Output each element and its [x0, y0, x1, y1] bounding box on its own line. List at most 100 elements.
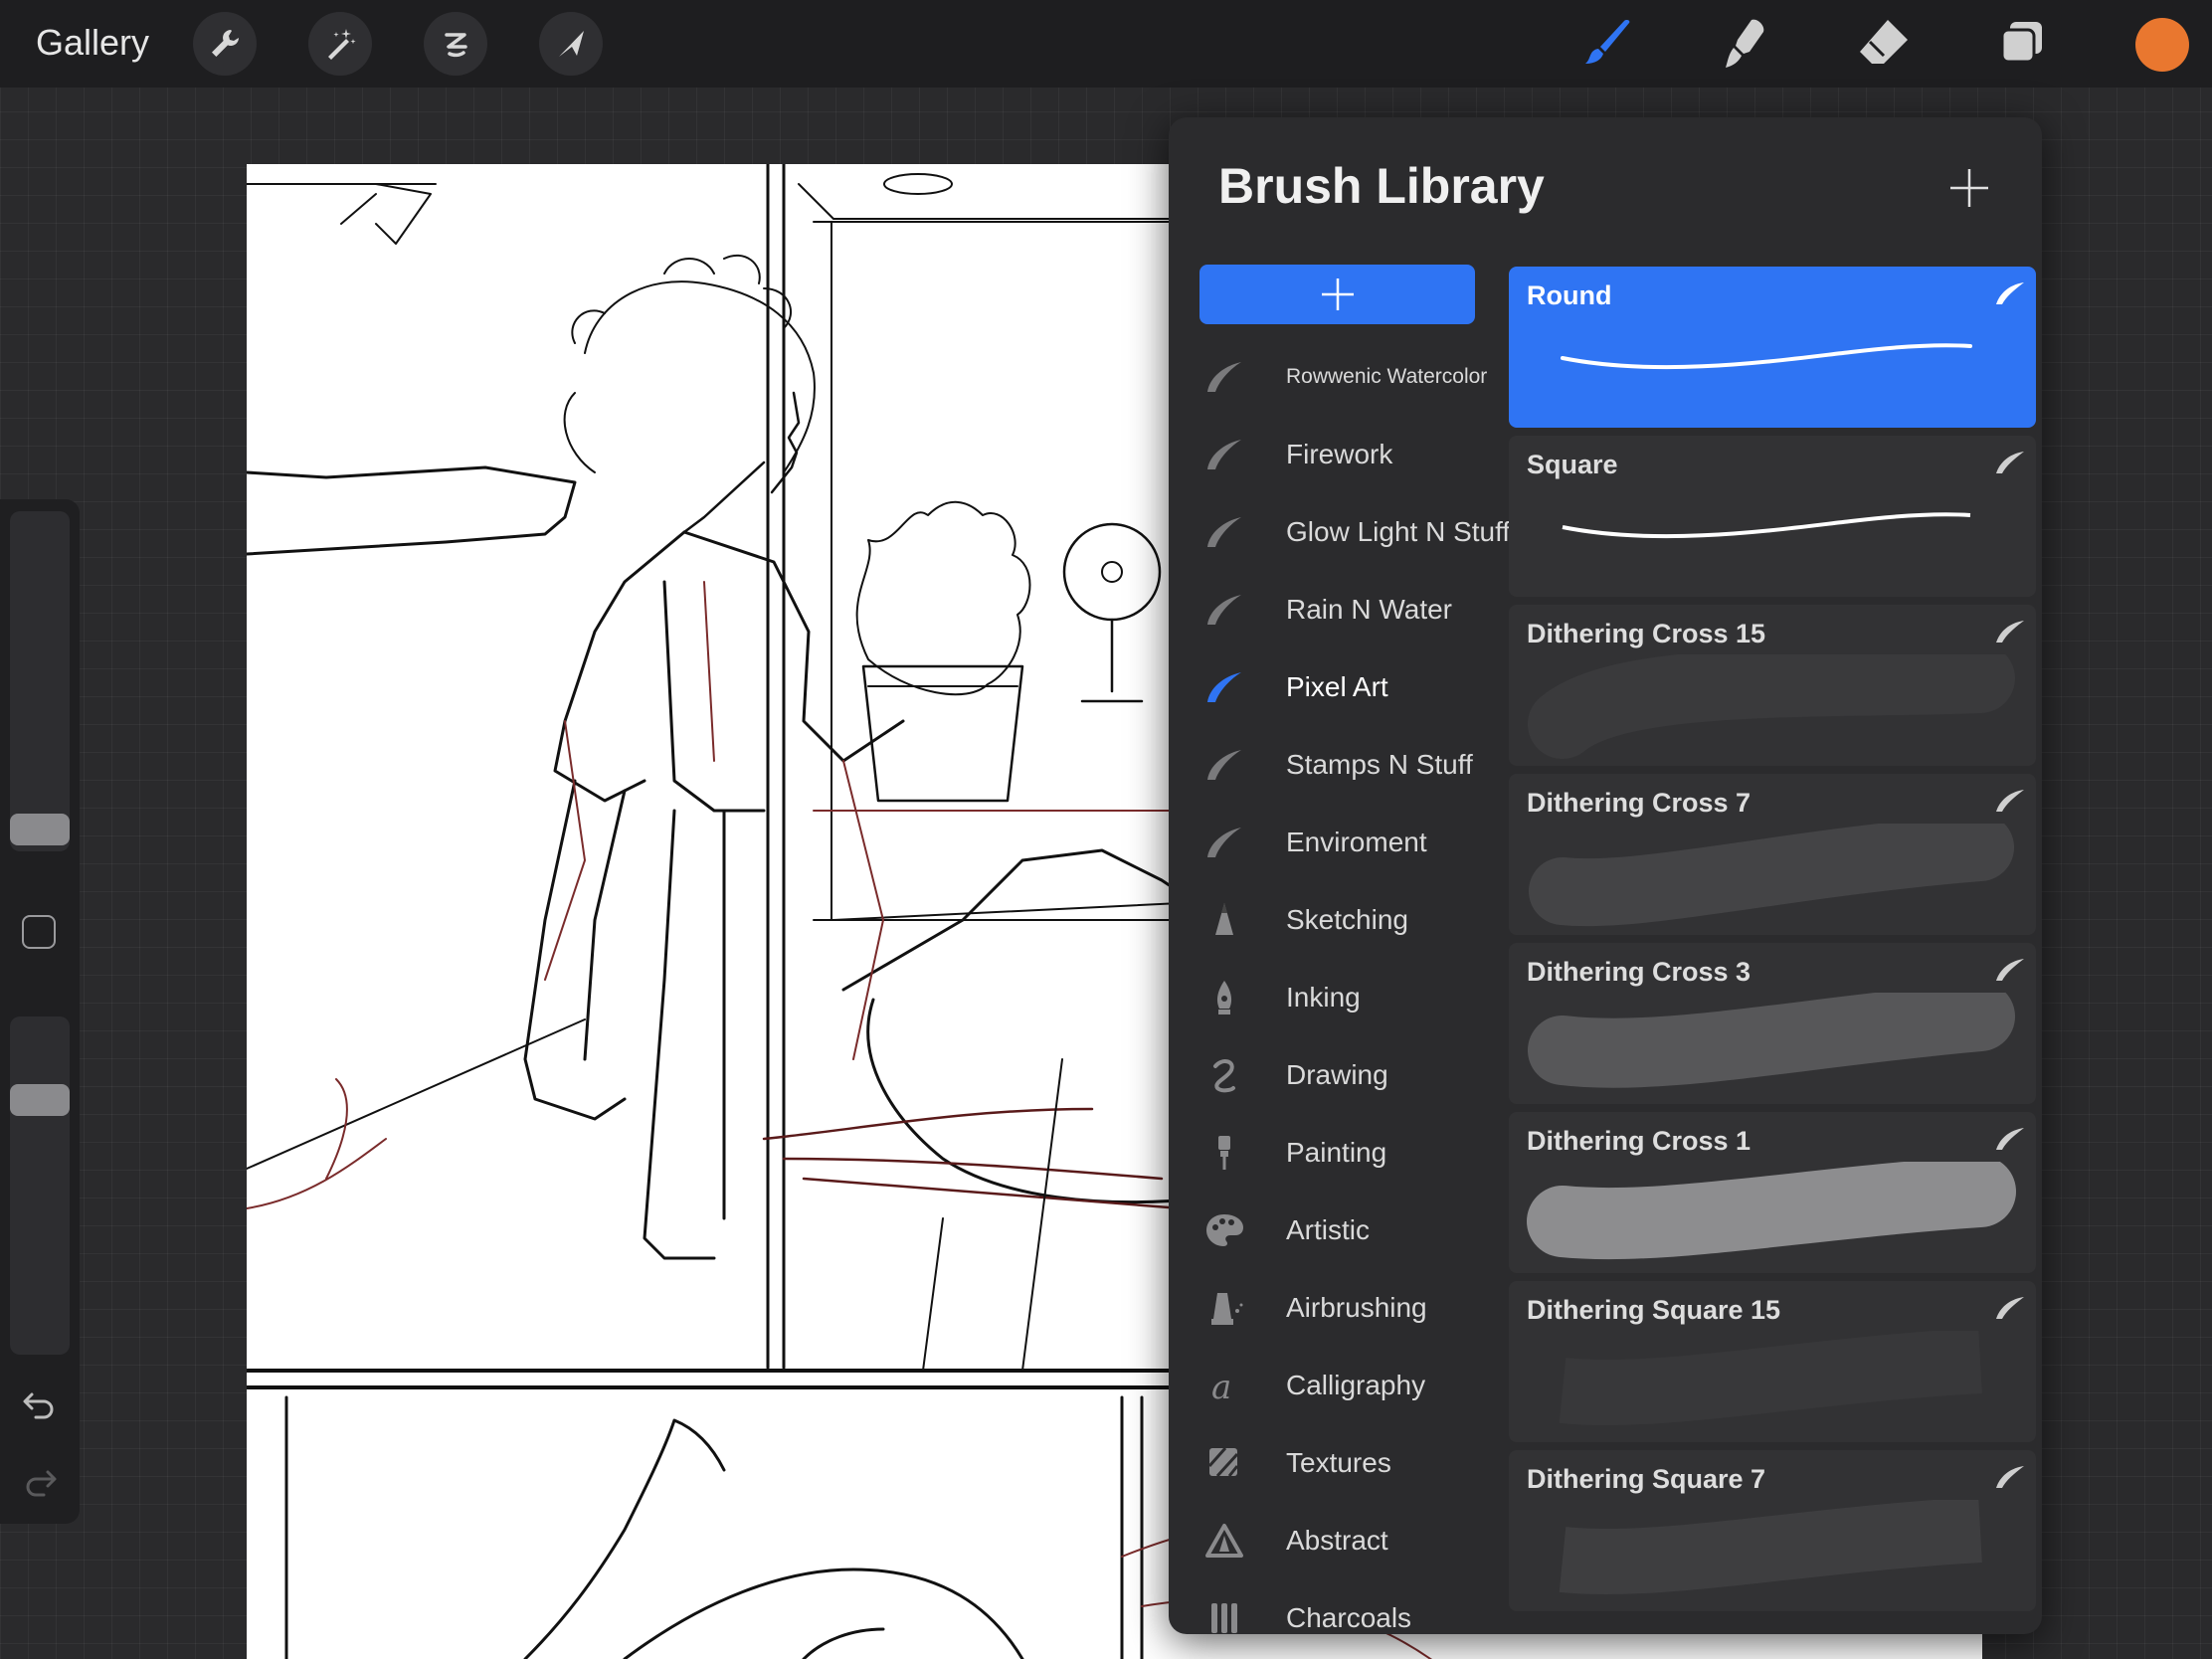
brush-set-item[interactable]: Sketching — [1199, 881, 1498, 959]
brush-size-slider[interactable] — [10, 511, 70, 851]
brush-card-dithering-cross-7[interactable]: Dithering Cross 7 — [1509, 774, 2036, 935]
brush-card-round[interactable]: Round — [1509, 267, 2036, 428]
brush-set-label: Glow Light N Stuff — [1286, 516, 1511, 547]
brush-size-thumb[interactable] — [10, 814, 70, 845]
brush-set-list: Rowwenic Watercolor Firework Glow Light … — [1199, 338, 1510, 1634]
smudge-icon[interactable] — [1716, 14, 1775, 74]
svg-text:a: a — [1211, 1368, 1231, 1404]
brush-set-item[interactable]: Airbrushing — [1199, 1269, 1498, 1347]
brush-source-icon — [1996, 1297, 2024, 1319]
add-brush-set-button[interactable] — [1199, 265, 1475, 324]
brush-name: Round — [1527, 280, 1612, 310]
brush-stroke-icon — [1207, 440, 1241, 469]
brush-set-item[interactable]: Firework — [1199, 416, 1498, 493]
gallery-button[interactable]: Gallery — [36, 22, 149, 64]
brush-set-item[interactable]: Charcoals — [1199, 1579, 1498, 1634]
brush-card-dithering-cross-3[interactable]: Dithering Cross 3 — [1509, 943, 2036, 1104]
airbrush-icon — [1211, 1293, 1243, 1325]
brush-set-label: Stamps N Stuff — [1286, 749, 1473, 780]
layers-icon[interactable] — [1992, 14, 2052, 74]
brush-set-item[interactable]: Stamps N Stuff — [1199, 726, 1498, 804]
new-brush-plus-icon[interactable] — [1944, 163, 1994, 213]
brush-set-label: Calligraphy — [1286, 1370, 1426, 1400]
brush-set-item[interactable]: Glow Light N Stuff — [1199, 493, 1510, 571]
brush-name: Dithering Square 7 — [1527, 1464, 1766, 1494]
brush-list: Round Square Dithering Cross 15 Ditherin… — [1509, 267, 2036, 1619]
brush-stroke-preview — [1559, 1500, 1982, 1595]
charcoal-bars-icon — [1211, 1603, 1237, 1633]
brush-source-icon — [1996, 621, 2024, 643]
triangle-icon — [1205, 1524, 1243, 1558]
texture-icon — [1207, 1447, 1239, 1478]
brush-name: Dithering Cross 15 — [1527, 619, 1766, 648]
brush-set-item[interactable]: Rowwenic Watercolor — [1199, 338, 1498, 416]
brush-set-item[interactable]: Artistic — [1199, 1192, 1498, 1269]
brush-card-dithering-cross-15[interactable]: Dithering Cross 15 — [1509, 605, 2036, 766]
brush-stroke-preview — [1562, 512, 1971, 539]
brush-name: Square — [1527, 450, 1618, 479]
brush-set-item-active[interactable]: Pixel Art — [1199, 648, 1498, 726]
brush-card-square[interactable]: Square — [1509, 436, 2036, 597]
brush-stroke-icon — [1207, 595, 1241, 625]
color-picker-swatch[interactable] — [2135, 18, 2189, 72]
brush-set-label: Inking — [1286, 982, 1361, 1013]
plus-icon — [1321, 278, 1354, 310]
brush-stroke-icon — [1207, 828, 1241, 857]
redo-icon[interactable] — [20, 1462, 60, 1502]
brush-set-item[interactable]: Drawing — [1199, 1036, 1498, 1114]
brush-set-label: Drawing — [1286, 1059, 1388, 1090]
brush-stroke-preview — [1528, 993, 2015, 1088]
selection-button[interactable] — [424, 12, 487, 76]
brush-set-item[interactable]: Inking — [1199, 959, 1498, 1036]
brush-name: Dithering Square 15 — [1527, 1295, 1781, 1325]
brush-set-item[interactable]: Painting — [1199, 1114, 1498, 1192]
brush-set-label: Painting — [1286, 1137, 1387, 1168]
brush-set-item[interactable]: Enviroment — [1199, 804, 1498, 881]
brush-set-item[interactable]: Abstract — [1199, 1502, 1498, 1579]
brush-set-label: Firework — [1286, 439, 1393, 469]
brush-source-icon — [1996, 282, 2024, 304]
brush-name: Dithering Cross 1 — [1527, 1126, 1751, 1156]
brush-card-dithering-square-7[interactable]: Dithering Square 7 — [1509, 1450, 2036, 1611]
brush-source-icon — [1996, 1466, 2024, 1488]
brush-stroke-preview — [1527, 1162, 2016, 1260]
transform-arrow-icon — [559, 31, 584, 57]
brush-card-dithering-square-15[interactable]: Dithering Square 15 — [1509, 1281, 2036, 1442]
selection-icon — [445, 33, 467, 58]
brush-name: Dithering Cross 3 — [1527, 957, 1751, 987]
brush-set-label: Charcoals — [1286, 1602, 1412, 1633]
pencil-tip-icon — [1215, 903, 1233, 935]
brush-stroke-icon — [1207, 362, 1241, 392]
brush-set-label: Rowwenic Watercolor — [1286, 365, 1488, 388]
left-sidebar — [0, 499, 80, 1524]
eraser-icon[interactable] — [1854, 14, 1914, 74]
modify-button[interactable] — [22, 915, 56, 949]
brush-set-item[interactable]: a Calligraphy — [1199, 1347, 1498, 1424]
adjustments-button[interactable] — [308, 12, 372, 76]
paint-brush-icon — [1218, 1136, 1230, 1170]
brush-set-label: Sketching — [1286, 904, 1408, 935]
palette-icon — [1206, 1214, 1243, 1246]
brush-stroke-preview — [1561, 343, 1972, 370]
actions-button[interactable] — [193, 12, 257, 76]
wrench-icon — [212, 30, 239, 57]
brush-icon[interactable] — [1577, 14, 1637, 74]
brush-card-dithering-cross-1[interactable]: Dithering Cross 1 — [1509, 1112, 2036, 1273]
brush-set-item[interactable]: Textures — [1199, 1424, 1498, 1502]
brush-source-icon — [1996, 959, 2024, 981]
transform-button[interactable] — [539, 12, 603, 76]
brush-stroke-icon — [1207, 750, 1241, 780]
brush-set-label: Airbrushing — [1286, 1292, 1427, 1323]
brush-source-icon — [1996, 452, 2024, 473]
brush-source-icon — [1996, 1128, 2024, 1150]
brush-set-item[interactable]: Rain N Water — [1199, 571, 1498, 648]
brush-opacity-slider[interactable] — [10, 1016, 70, 1355]
brush-name: Dithering Cross 7 — [1527, 788, 1751, 818]
brush-set-label: Rain N Water — [1286, 594, 1453, 625]
brush-stroke-preview — [1529, 824, 2014, 927]
calligraphy-a-icon: a — [1211, 1368, 1231, 1404]
brush-set-label: Artistic — [1286, 1214, 1370, 1245]
brush-set-label: Enviroment — [1286, 827, 1427, 857]
undo-icon[interactable] — [20, 1384, 60, 1424]
brush-opacity-thumb[interactable] — [10, 1084, 70, 1116]
